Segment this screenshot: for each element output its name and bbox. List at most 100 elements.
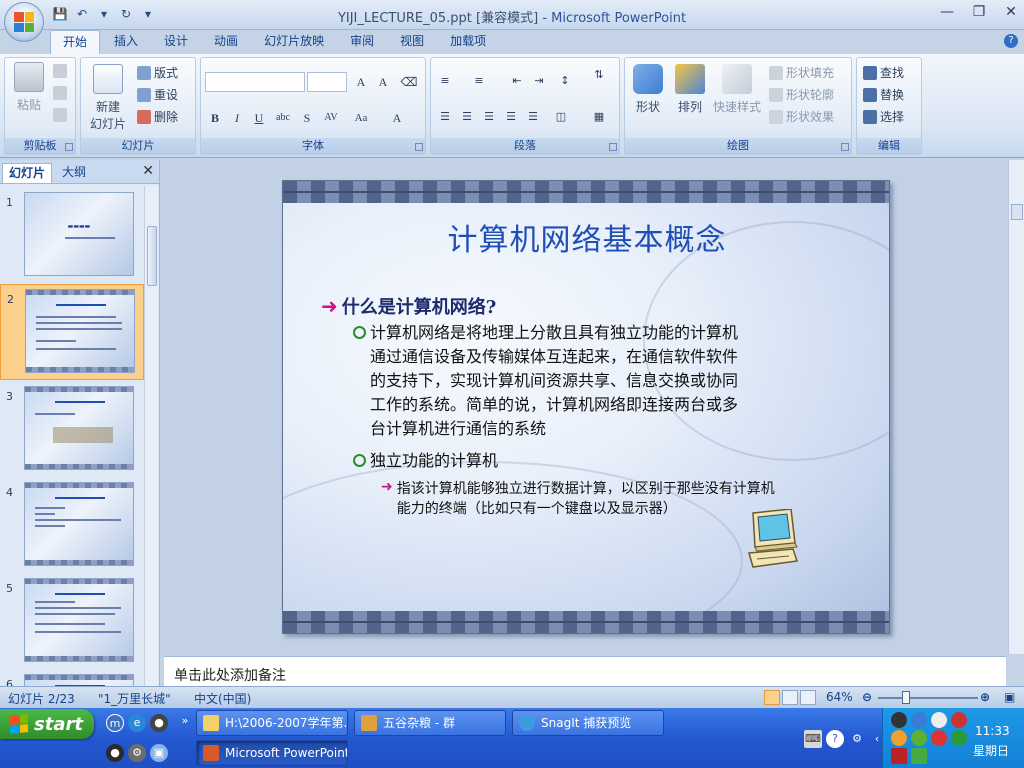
bullet-independent[interactable]: 独立功能的计算机 [353,449,498,473]
qq-quick-icon[interactable]: ● [150,714,168,732]
messenger-icon[interactable]: m [106,714,124,732]
shadow-icon[interactable]: S [297,108,317,128]
quick-styles-button[interactable]: 快速样式 [711,64,763,115]
computer-clipart-icon[interactable] [745,509,799,571]
user-tray-icon[interactable] [891,730,907,746]
tab-review[interactable]: 审阅 [338,30,386,54]
align-left-icon[interactable]: ☰ [435,108,455,126]
distribute-icon[interactable]: ☰ [523,108,543,126]
shapes-button[interactable]: 形状 [629,64,667,115]
shape-effects-button[interactable]: 形状效果 [769,108,834,125]
slide-heading[interactable]: ➜ 什么是计算机网络? [321,293,496,319]
restore-icon[interactable]: ❐ [970,3,988,21]
tab-outline-panel[interactable]: 大纲 [56,163,92,183]
zoom-in-icon[interactable]: ⊕ [980,690,990,704]
slide-thumbnail-6[interactable]: 6 [0,670,144,686]
normal-view-icon[interactable] [764,690,780,705]
task-snagit[interactable]: SnagIt 捕获预览 [512,710,664,736]
slide-thumbnail-1[interactable]: 1 ▬▬▬▬ [0,188,144,284]
tab-design[interactable]: 设计 [152,30,200,54]
media-tray-icon[interactable] [891,748,907,764]
underline-icon[interactable]: U [249,108,269,128]
keyboard-icon[interactable]: ⌨ [804,730,822,748]
paste-button[interactable]: 粘贴 [9,62,49,113]
task-qq-group[interactable]: 五谷杂粮 - 群 [354,710,506,736]
ie-icon[interactable]: e [128,714,146,732]
task-powerpoint[interactable]: Microsoft PowerPoint... [196,740,348,766]
fit-window-icon[interactable]: ▣ [1004,690,1015,704]
update-tray-icon[interactable] [951,730,967,746]
drawing-launcher-icon[interactable] [841,143,849,151]
qq-tray-icon[interactable] [891,712,907,728]
monitor-tray-icon[interactable] [911,748,927,764]
task-explorer[interactable]: H:\2006-2007学年第... [196,710,348,736]
align-center-icon[interactable]: ☰ [457,108,477,126]
shape-fill-button[interactable]: 形状填充 [769,64,834,81]
network-tray-icon[interactable] [911,730,927,746]
bullets-icon[interactable]: ≡ [435,72,455,90]
shape-outline-button[interactable]: 形状轮廓 [769,86,834,103]
slide-canvas[interactable]: 计算机网络基本概念 ➜ 什么是计算机网络? 计算机网络是将地理上分散且具有独立功… [282,180,890,634]
grow-font-icon[interactable]: A [351,72,371,92]
settings-tray-icon[interactable]: ⚙ [848,730,866,748]
font-color-icon[interactable]: A [387,108,407,128]
antivirus-tray-icon[interactable] [931,730,947,746]
slide-title[interactable]: 计算机网络基本概念 [283,215,889,259]
close-icon[interactable]: ✕ [142,163,154,179]
cut-button[interactable] [53,64,67,78]
bullet-definition[interactable]: 计算机网络是将地理上分散且具有独立功能的计算机 通过通信设备及传输媒体互连起来，… [353,321,853,441]
paragraph-launcher-icon[interactable] [609,143,617,151]
justify-icon[interactable]: ☰ [501,108,521,126]
slide-thumbnail-5[interactable]: 5 [0,574,144,670]
slide-thumbnail-4[interactable]: 4 [0,478,144,574]
status-language[interactable]: 中文(中国) [194,690,251,707]
help-circle-icon[interactable]: ? [826,730,844,748]
replace-button[interactable]: 替换 [863,86,904,103]
delete-button[interactable]: 删除 [137,108,178,125]
tab-animations[interactable]: 动画 [202,30,250,54]
tab-slideshow[interactable]: 幻灯片放映 [252,30,336,54]
find-button[interactable]: 查找 [863,64,904,81]
zoom-slider[interactable] [878,697,978,699]
notes-pane[interactable]: 单击此处添加备注 [164,656,1006,686]
shrink-font-icon[interactable]: A [373,72,393,92]
italic-icon[interactable]: I [227,108,247,128]
skull-icon[interactable] [931,712,947,728]
format-painter-button[interactable] [53,108,67,122]
font-size-input[interactable] [307,72,347,92]
slide-thumbnail-2[interactable]: 2 [0,284,144,380]
qq-icon[interactable]: ● [106,744,124,762]
msn-tray-icon[interactable] [911,712,927,728]
arrange-button[interactable]: 排列 [671,64,709,115]
clipboard-launcher-icon[interactable] [65,143,73,151]
increase-indent-icon[interactable]: ⇥ [529,72,549,90]
office-button[interactable] [4,2,44,42]
text-direction-icon[interactable]: ⇅ [589,66,609,84]
minimize-icon[interactable]: — [938,3,956,21]
copy-button[interactable] [53,86,67,100]
tab-view[interactable]: 视图 [388,30,436,54]
zoom-out-icon[interactable]: ⊖ [862,690,872,704]
bold-icon[interactable]: B [205,108,225,128]
tab-home[interactable]: 开始 [50,30,101,54]
help-icon[interactable]: ? [1004,34,1018,48]
tool-icon[interactable]: ⚙ [128,744,146,762]
clear-format-icon[interactable]: ⌫ [399,72,419,92]
expand-quick-icon[interactable]: » [176,712,194,730]
font-launcher-icon[interactable] [415,143,423,151]
reset-button[interactable]: 重设 [137,86,178,103]
numbering-icon[interactable]: ≡ [469,72,489,90]
close-icon[interactable]: ✕ [1002,3,1020,21]
font-name-input[interactable] [205,72,305,92]
editor-scrollbar[interactable] [1008,160,1024,654]
char-spacing-icon[interactable]: AV [321,108,341,128]
tab-addins[interactable]: 加载项 [438,30,498,54]
tab-insert[interactable]: 插入 [102,30,150,54]
clock-time[interactable]: 11:33 [975,724,1010,738]
strikethrough-icon[interactable]: abc [273,108,293,128]
zoom-level[interactable]: 64% [826,690,853,704]
columns-icon[interactable]: ◫ [551,108,571,126]
layout-button[interactable]: 版式 [137,64,178,81]
change-case-icon[interactable]: Aa [351,108,371,128]
smartart-icon[interactable]: ▦ [589,108,609,126]
